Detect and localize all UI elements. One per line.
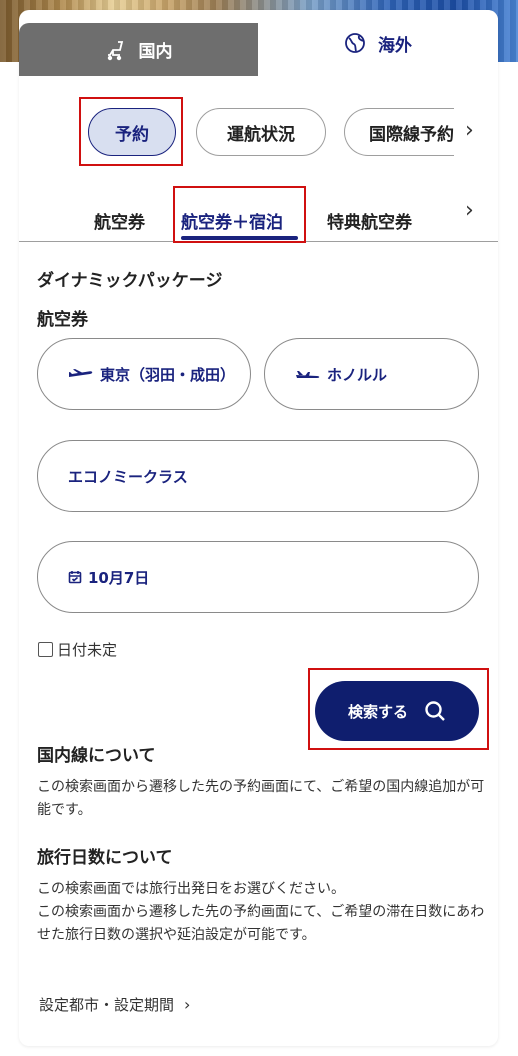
- destination-field[interactable]: ホノルル: [264, 338, 479, 410]
- product-subtabs: 航空券 航空券＋宿泊 特典航空券 ›: [19, 198, 498, 242]
- chip-flight-status-label: 運航状況: [227, 124, 295, 145]
- subtabs-scroll-right-icon[interactable]: ›: [465, 198, 474, 223]
- tab-international[interactable]: 海外: [258, 10, 498, 76]
- date-value: 10月7日: [88, 568, 150, 587]
- domestic-info-heading: 国内線について: [37, 746, 156, 766]
- search-button[interactable]: 検索する: [315, 681, 479, 741]
- region-tabs: 国内 海外: [19, 10, 498, 76]
- days-info-heading: 旅行日数について: [37, 848, 173, 868]
- tab-domestic-label: 国内: [138, 42, 173, 62]
- search-button-label: 検索する: [347, 702, 408, 721]
- active-subtab-underline: [181, 236, 298, 240]
- departure-plane-icon: [68, 368, 94, 380]
- chips-scroll-right-icon[interactable]: ›: [465, 118, 474, 143]
- tab-international-label: 海外: [378, 35, 412, 56]
- origin-value: 東京（羽田・成田）: [100, 365, 236, 384]
- subtab-flight[interactable]: 航空券: [94, 208, 145, 233]
- domestic-info-text: この検索画面から遷移した先の予約画面にて、ご希望の国内線追加が可能です。: [37, 779, 485, 818]
- flight-label: 航空券: [37, 310, 88, 330]
- days-info-text-1: この検索画面では旅行出発日をお選びください。: [37, 881, 345, 897]
- chip-international-reservation[interactable]: 国際線予約: [344, 108, 454, 156]
- cabin-class-field[interactable]: エコノミークラス: [37, 440, 479, 512]
- arrival-plane-icon: [295, 368, 321, 380]
- chevron-right-icon: ›: [184, 995, 191, 1014]
- subtab-flight-hotel[interactable]: 航空券＋宿泊: [181, 208, 283, 233]
- subtab-award-ticket[interactable]: 特典航空券: [327, 208, 412, 233]
- search-icon: [424, 700, 446, 722]
- date-undecided-label: 日付未定: [57, 641, 118, 659]
- calendar-icon: [68, 570, 82, 584]
- origin-field[interactable]: 東京（羽田・成田）: [37, 338, 251, 410]
- chip-reservation[interactable]: 予約: [88, 108, 176, 156]
- date-undecided-checkbox[interactable]: [38, 642, 53, 657]
- destination-value: ホノルル: [327, 365, 388, 384]
- date-field[interactable]: 10月7日: [37, 541, 479, 613]
- category-chips: 予約 運航状況 国際線予約 ›: [19, 108, 498, 156]
- chip-international-reservation-label: 国際線予約: [369, 124, 454, 145]
- chip-reservation-label: 予約: [115, 124, 149, 145]
- search-card: 国内 海外 予約 運航状況 国際線予約 › 航空券 航空券＋宿泊 特典航空券 ›…: [19, 10, 498, 1046]
- tab-domestic[interactable]: 国内: [19, 23, 258, 76]
- date-undecided-row[interactable]: 日付未定: [38, 639, 117, 660]
- cities-periods-link[interactable]: 設定都市・設定期間 ›: [39, 994, 190, 1015]
- package-title: ダイナミックパッケージ: [37, 271, 223, 291]
- cabin-class-value: エコノミークラス: [68, 467, 188, 486]
- globe-icon: [344, 32, 366, 54]
- seat-icon: [105, 39, 127, 61]
- days-info-text-2: この検索画面から遷移した先の予約画面にて、ご希望の滞在日数にあわせた旅行日数の選…: [37, 904, 485, 943]
- cities-periods-link-label: 設定都市・設定期間: [39, 996, 175, 1014]
- chip-flight-status[interactable]: 運航状況: [196, 108, 326, 156]
